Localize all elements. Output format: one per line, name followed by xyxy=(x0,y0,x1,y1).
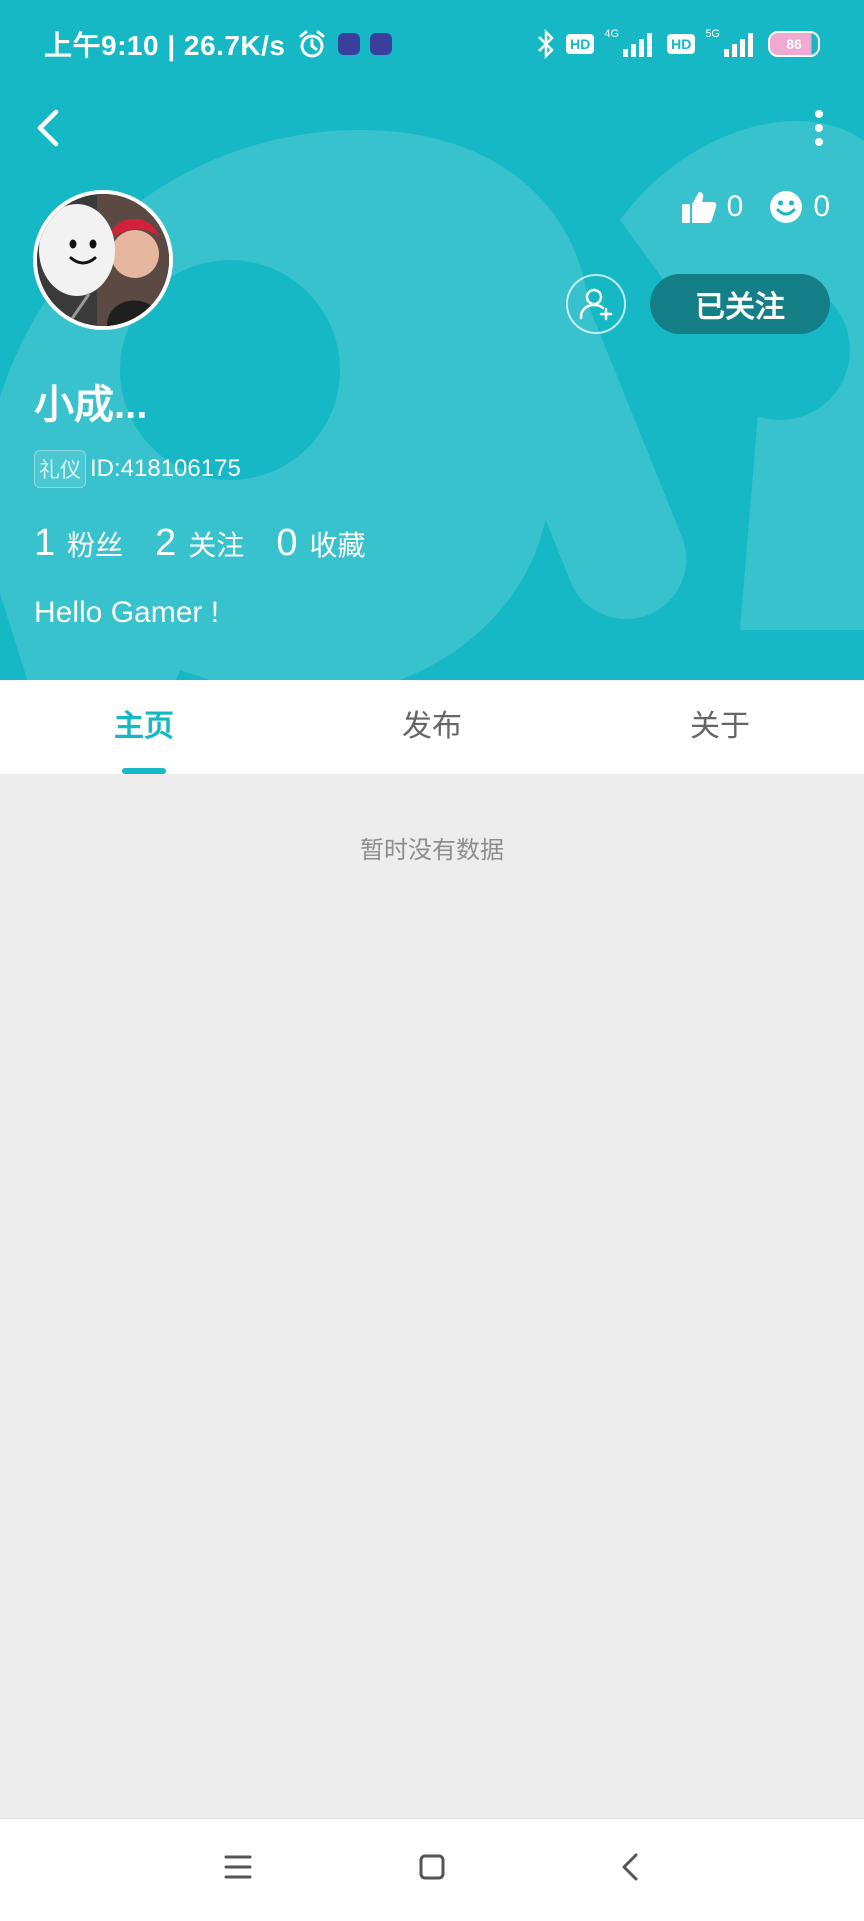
following-label-text: 关注 xyxy=(188,530,245,561)
tab-about[interactable]: 关于 xyxy=(576,680,864,774)
menu-button[interactable] xyxy=(214,1843,262,1891)
user-id: ID:418106175 xyxy=(90,455,241,482)
user-name: 小成... xyxy=(34,383,148,427)
smiles-count: 0 xyxy=(813,190,830,223)
avatar-image xyxy=(37,194,169,326)
reaction-stats: 0 0 xyxy=(681,190,830,224)
avatar[interactable] xyxy=(33,190,173,330)
tab-home-label: 主页 xyxy=(114,710,174,743)
back-icon xyxy=(37,109,59,147)
likes-stat[interactable]: 0 xyxy=(681,190,744,224)
like-icon xyxy=(681,192,716,223)
user-meta: 礼仪 ID:418106175 xyxy=(34,450,241,488)
time-and-speed: 上午9:10 | 26.7K/s xyxy=(44,30,286,61)
back-button[interactable] xyxy=(30,104,70,152)
signal-icon xyxy=(623,33,653,57)
following-number: 2 xyxy=(155,522,177,564)
hd-badge: HD xyxy=(667,34,696,54)
more-icon xyxy=(815,110,823,146)
nav-back-button[interactable] xyxy=(606,1843,654,1891)
signal-icon xyxy=(724,33,753,57)
status-bar: 上午9:10 | 26.7K/s HD 4G HD 5G 86 xyxy=(0,0,864,88)
favorites-label: 收藏 xyxy=(309,530,366,561)
bluetooth-icon xyxy=(538,29,554,59)
smile-icon xyxy=(770,191,803,223)
chat-notification-icon xyxy=(369,33,392,55)
user-bio: Hello Gamer ! xyxy=(34,596,220,629)
smiles-stat[interactable]: 0 xyxy=(769,190,830,224)
following-button[interactable]: 已关注 xyxy=(650,274,830,334)
menu-icon xyxy=(224,1855,252,1879)
add-friend-icon xyxy=(579,288,613,321)
active-tab-indicator xyxy=(122,768,166,774)
fans-label: 粉丝 xyxy=(67,530,124,561)
system-nav-bar xyxy=(0,1818,864,1921)
profile-tabs: 主页 发布 关于 xyxy=(0,680,864,774)
status-right: HD 4G HD 5G 86 xyxy=(536,24,820,64)
fans-count[interactable]: 1 粉丝 xyxy=(34,522,123,565)
tab-about-label: 关于 xyxy=(690,710,750,743)
likes-count: 0 xyxy=(726,190,744,223)
add-friend-button[interactable] xyxy=(566,274,626,334)
battery-level: 86 xyxy=(786,36,802,52)
app-notification-icon xyxy=(337,33,360,55)
follow-counts: 1 粉丝 2 关注 0 收藏 xyxy=(34,522,365,565)
network-type: 5G xyxy=(705,28,720,40)
favorites-number: 0 xyxy=(276,522,298,564)
favorites-count[interactable]: 0 收藏 xyxy=(276,522,365,565)
tab-posts[interactable]: 发布 xyxy=(288,680,576,774)
empty-state-text: 暂时没有数据 xyxy=(360,837,504,864)
nav-back-icon xyxy=(622,1853,638,1881)
fans-number: 1 xyxy=(34,522,56,564)
user-tag-badge: 礼仪 xyxy=(34,450,86,488)
more-options-button[interactable] xyxy=(804,104,834,152)
battery-indicator: 86 xyxy=(768,31,820,57)
following-label: 已关注 xyxy=(695,291,785,324)
home-icon xyxy=(419,1854,445,1880)
following-count[interactable]: 2 关注 xyxy=(155,522,244,565)
status-left: 上午9:10 | 26.7K/s xyxy=(44,26,392,62)
profile-header: 上午9:10 | 26.7K/s HD 4G HD 5G 86 0 0 已关注 … xyxy=(0,0,864,680)
tab-home[interactable]: 主页 xyxy=(0,680,288,774)
home-button[interactable] xyxy=(408,1843,456,1891)
tab-posts-label: 发布 xyxy=(402,710,462,743)
hd-badge: HD xyxy=(566,34,595,54)
alarm-icon xyxy=(299,30,325,58)
network-type: 4G xyxy=(604,28,620,40)
